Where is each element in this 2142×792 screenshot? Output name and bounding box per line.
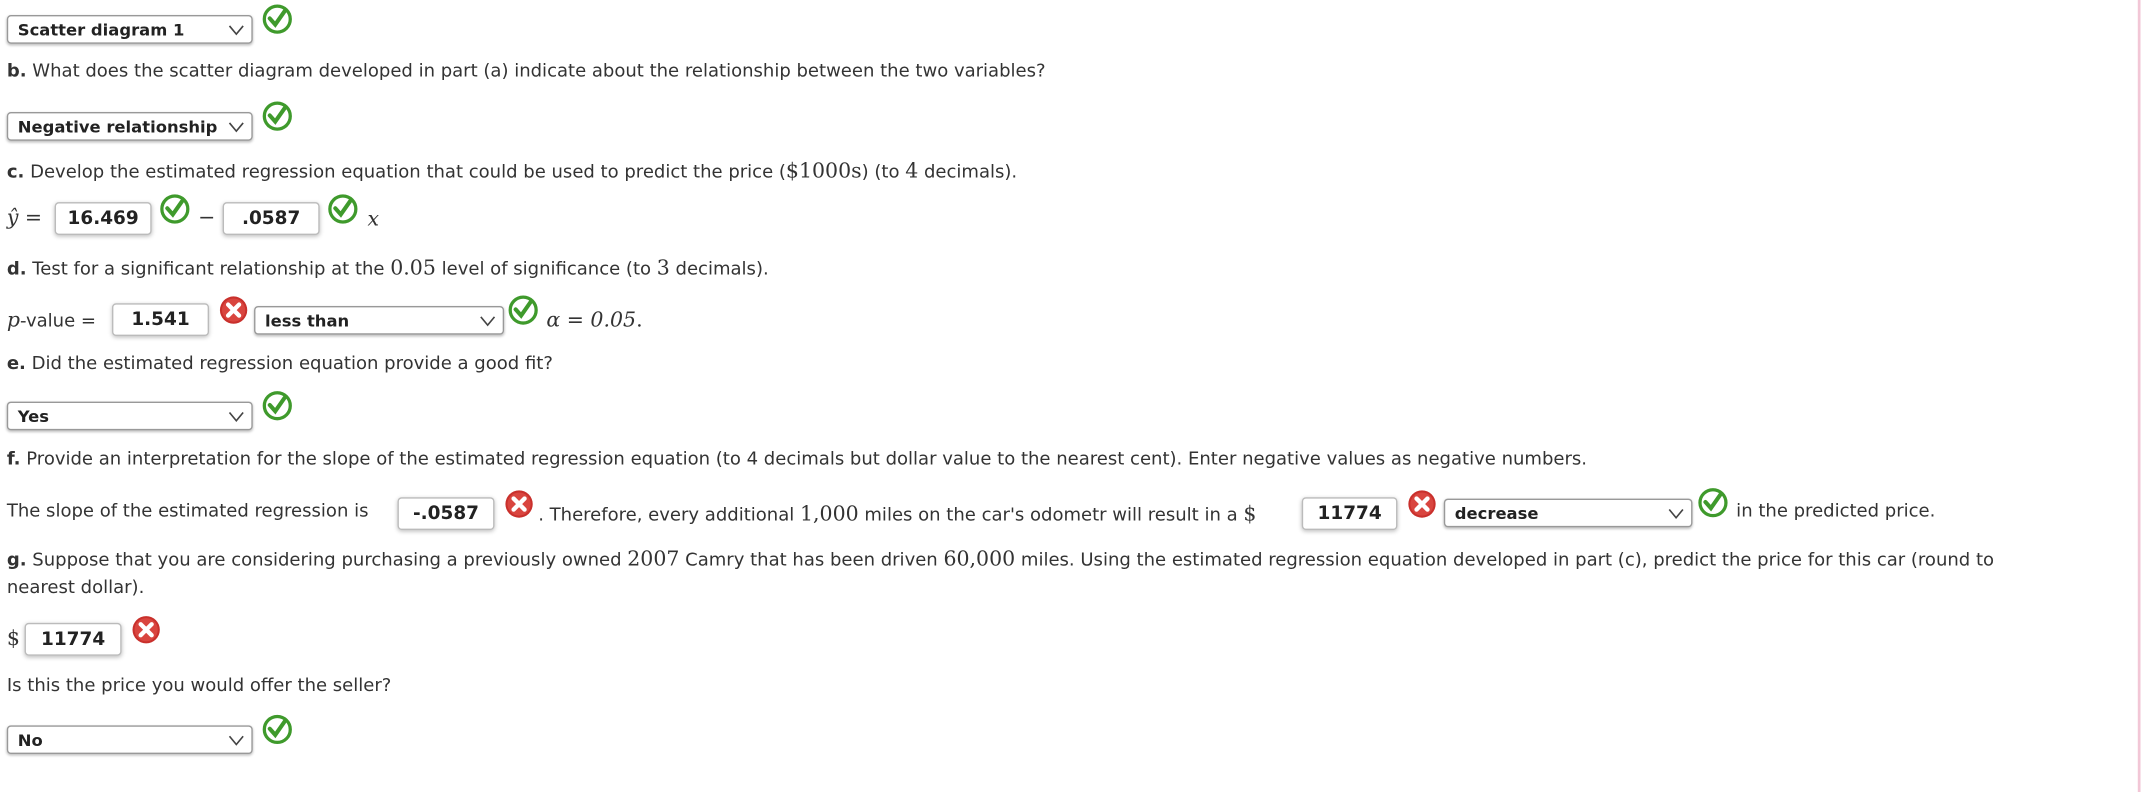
dollar-sign: $ xyxy=(6,625,20,651)
slope-sentence-start: The slope of the estimated regression is xyxy=(6,501,369,522)
slope-input[interactable]: .0587 xyxy=(222,202,320,235)
yhat-label: ŷ = xyxy=(6,204,43,230)
question-g-line2: nearest dollar). xyxy=(6,577,145,599)
select-value: No xyxy=(17,730,43,750)
question-c: c. Develop the estimated regression equa… xyxy=(6,158,1018,184)
slope-interpretation-input[interactable]: -.0587 xyxy=(397,497,495,531)
offer-select[interactable]: No xyxy=(6,725,253,755)
correct-check-icon xyxy=(328,194,358,224)
select-value: Scatter diagram 1 xyxy=(17,20,185,40)
incorrect-x-icon xyxy=(504,489,534,519)
chevron-down-icon xyxy=(1668,508,1684,519)
correct-check-icon xyxy=(160,194,190,224)
offer-question: Is this the price you would offer the se… xyxy=(6,676,392,697)
direction-select[interactable]: decrease xyxy=(1443,498,1693,528)
minus-sign: − xyxy=(198,204,216,230)
select-value: Yes xyxy=(17,407,50,427)
chevron-down-icon xyxy=(479,316,495,327)
select-value: Negative relationship xyxy=(17,117,218,137)
chevron-down-icon xyxy=(228,122,244,133)
comparison-select[interactable]: less than xyxy=(254,305,505,335)
question-f: f. Provide an interpretation for the slo… xyxy=(6,449,1587,470)
p-value-input[interactable]: 1.541 xyxy=(112,303,209,337)
correct-check-icon xyxy=(508,295,538,325)
predicted-price-input[interactable]: 11774 xyxy=(24,622,122,656)
page-edge xyxy=(2137,0,2141,792)
good-fit-select[interactable]: Yes xyxy=(6,401,253,431)
relationship-select[interactable]: Negative relationship xyxy=(6,112,253,141)
chevron-down-icon xyxy=(228,735,244,746)
incorrect-x-icon xyxy=(131,615,161,645)
correct-check-icon xyxy=(1698,488,1728,518)
slope-sentence-middle: . Therefore, every additional 1,000 mile… xyxy=(538,501,1257,526)
correct-check-icon xyxy=(262,4,292,34)
question-d: d. Test for a significant relationship a… xyxy=(6,255,769,281)
intercept-input[interactable]: 16.469 xyxy=(54,202,152,235)
question-e: e. Did the estimated regression equation… xyxy=(6,353,553,375)
slope-sentence-end: in the predicted price. xyxy=(1736,501,1936,522)
alpha-text: α = 0.05. xyxy=(546,307,643,332)
p-value-label: p-value = xyxy=(6,307,97,332)
price-change-input[interactable]: 11774 xyxy=(1301,497,1398,531)
x-variable: x xyxy=(367,206,380,231)
select-value: decrease xyxy=(1454,504,1539,524)
correct-check-icon xyxy=(262,101,292,131)
correct-check-icon xyxy=(262,714,292,744)
correct-check-icon xyxy=(262,391,292,421)
scatter-diagram-select[interactable]: Scatter diagram 1 xyxy=(6,15,253,44)
question-b: b. What does the scatter diagram develop… xyxy=(6,61,1046,82)
incorrect-x-icon xyxy=(1407,489,1437,519)
question-g: g. Suppose that you are considering purc… xyxy=(6,546,1995,571)
select-value: less than xyxy=(265,311,350,331)
incorrect-x-icon xyxy=(219,295,249,325)
chevron-down-icon xyxy=(228,411,244,422)
chevron-down-icon xyxy=(228,25,244,36)
